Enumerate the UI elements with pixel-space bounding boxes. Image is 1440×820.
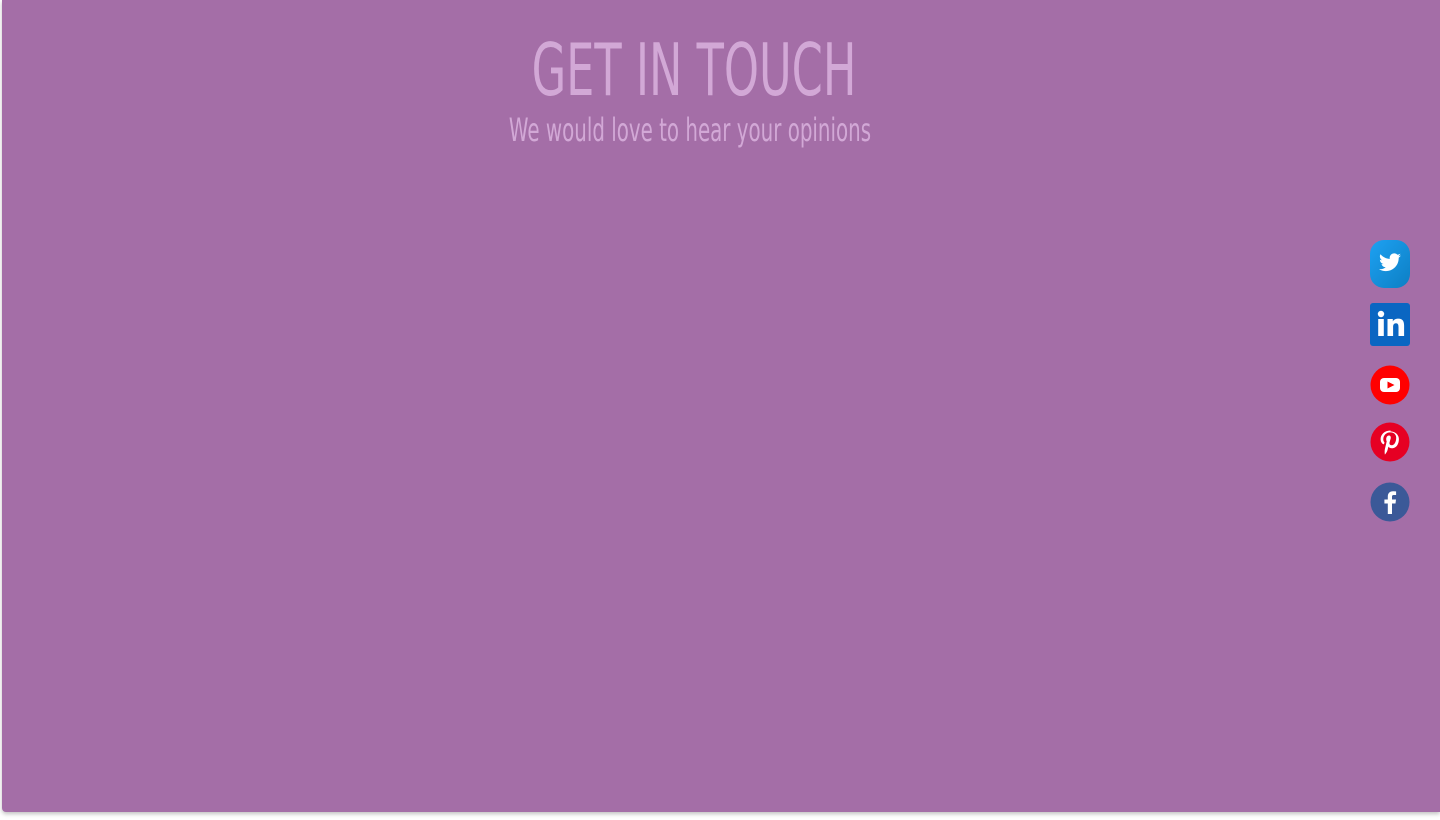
- twitter-icon: [1370, 240, 1410, 288]
- linkedin-link[interactable]: [1370, 303, 1410, 346]
- pinterest-link[interactable]: [1370, 422, 1410, 462]
- linkedin-icon: [1370, 303, 1410, 346]
- page-title: GET IN TOUCH: [531, 28, 857, 112]
- pinterest-icon: [1370, 422, 1410, 462]
- youtube-link[interactable]: [1370, 365, 1410, 405]
- twitter-link[interactable]: [1370, 240, 1410, 288]
- facebook-link[interactable]: [1370, 482, 1410, 522]
- contact-section: GET IN TOUCH We would love to hear your …: [2, 0, 1440, 812]
- facebook-icon: [1370, 482, 1410, 522]
- youtube-icon: [1370, 365, 1410, 405]
- page-subtitle: We would love to hear your opinions: [508, 111, 872, 149]
